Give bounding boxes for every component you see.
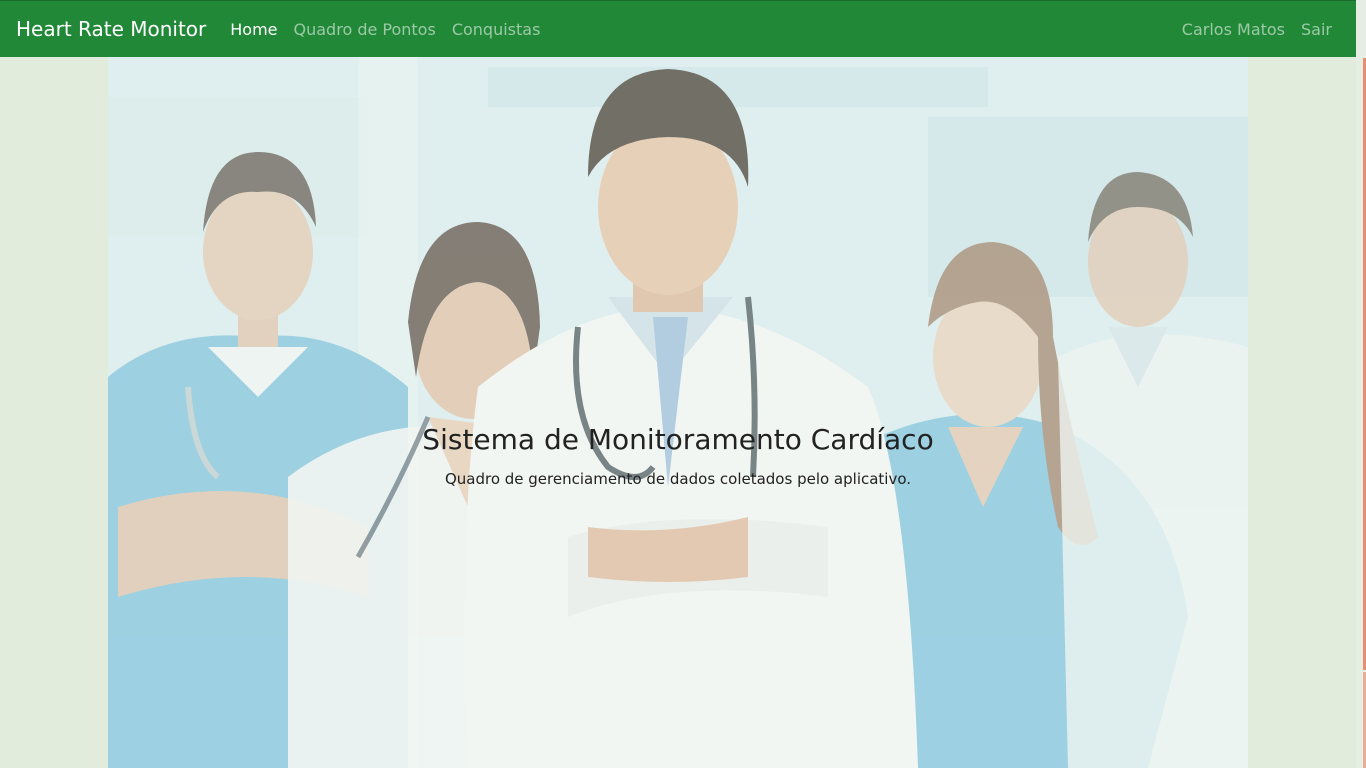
page-scrollbar[interactable]: [1356, 0, 1366, 768]
hero-tint-overlay: [108, 57, 1248, 768]
hero-title: Sistema de Monitoramento Cardíaco: [422, 423, 934, 456]
user-nav: Carlos Matos Sair: [1174, 1, 1332, 58]
hero-subtitle: Quadro de gerenciamento de dados coletad…: [444, 470, 912, 488]
user-profile-link[interactable]: Carlos Matos: [1182, 20, 1285, 39]
main-nav: Home Quadro de Pontos Conquistas: [230, 20, 548, 39]
nav-link-home[interactable]: Home: [230, 20, 277, 39]
nav-link-achievements[interactable]: Conquistas: [452, 20, 541, 39]
nav-link-scoreboard[interactable]: Quadro de Pontos: [294, 20, 436, 39]
brand-link[interactable]: Heart Rate Monitor: [16, 17, 206, 41]
top-navbar: Heart Rate Monitor Home Quadro de Pontos…: [0, 0, 1356, 57]
hero-banner: Sistema de Monitoramento Cardíaco Quadro…: [108, 57, 1248, 768]
logout-link[interactable]: Sair: [1301, 20, 1332, 39]
